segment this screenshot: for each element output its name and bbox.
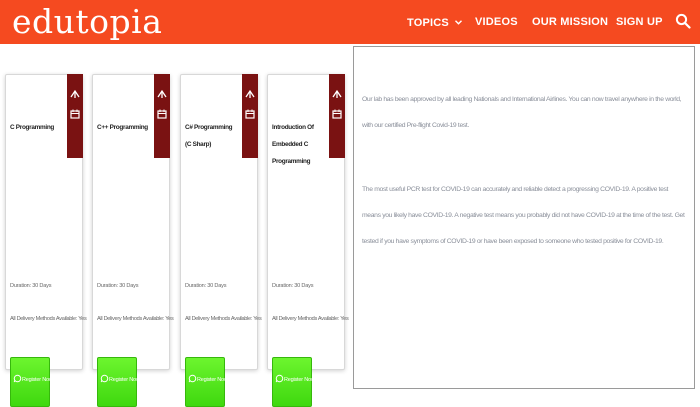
nav-sign-up[interactable]: SIGN UP bbox=[616, 15, 663, 29]
course-delivery-methods: All Delivery Methods Available: Yes bbox=[97, 316, 174, 322]
info-text-panel: Our lab has been approved by all leading… bbox=[353, 46, 695, 389]
top-navigation-bar: edutopia TOPICS VIDEOS OUR MISSION SIGN … bbox=[0, 0, 700, 44]
card-side-tab bbox=[67, 74, 83, 158]
share-icon[interactable] bbox=[331, 88, 343, 100]
whatsapp-icon bbox=[188, 374, 197, 383]
register-now-label: Register Now bbox=[197, 377, 228, 383]
course-delivery-methods: All Delivery Methods Available: Yes bbox=[272, 316, 349, 322]
search-icon bbox=[675, 13, 691, 29]
card-side-tab bbox=[329, 74, 345, 158]
course-card[interactable]: C Programming Duration: 30 Days All Deli… bbox=[5, 74, 87, 407]
course-card[interactable]: Introduction Of Embedded C Programming D… bbox=[267, 74, 349, 407]
calendar-icon[interactable] bbox=[244, 108, 256, 120]
share-icon[interactable] bbox=[156, 88, 168, 100]
card-side-tab bbox=[242, 74, 258, 158]
search-button[interactable] bbox=[675, 13, 691, 29]
course-delivery-methods: All Delivery Methods Available: Yes bbox=[10, 316, 87, 322]
course-card[interactable]: C# Programming (C Sharp) Duration: 30 Da… bbox=[180, 74, 262, 407]
card-side-tab bbox=[154, 74, 170, 158]
course-title[interactable]: C Programming bbox=[10, 119, 64, 136]
course-title[interactable]: Introduction Of Embedded C Programming bbox=[272, 119, 326, 170]
edutopia-logo[interactable]: edutopia bbox=[12, 2, 162, 42]
register-now-label: Register Now bbox=[109, 377, 140, 383]
course-duration: Duration: 30 Days bbox=[185, 283, 227, 289]
whatsapp-icon bbox=[13, 374, 22, 383]
course-duration: Duration: 30 Days bbox=[10, 283, 52, 289]
chevron-down-icon bbox=[455, 15, 463, 29]
pcr-test-paragraph: The most useful PCR test for COVID-19 ca… bbox=[362, 186, 685, 245]
course-duration: Duration: 30 Days bbox=[97, 283, 139, 289]
share-icon[interactable] bbox=[244, 88, 256, 100]
lab-approval-paragraph: Our lab has been approved by all leading… bbox=[362, 96, 682, 129]
course-duration: Duration: 30 Days bbox=[272, 283, 314, 289]
nav-topics-label: TOPICS bbox=[407, 17, 449, 29]
share-icon[interactable] bbox=[69, 88, 81, 100]
calendar-icon[interactable] bbox=[69, 108, 81, 120]
calendar-icon[interactable] bbox=[331, 108, 343, 120]
course-card[interactable]: C++ Programming Duration: 30 Days All De… bbox=[92, 74, 174, 407]
register-now-label: Register Now bbox=[22, 377, 53, 383]
register-now-label: Register Now bbox=[284, 377, 315, 383]
course-delivery-methods: All Delivery Methods Available: Yes bbox=[185, 316, 262, 322]
course-title[interactable]: C# Programming (C Sharp) bbox=[185, 119, 239, 153]
calendar-icon[interactable] bbox=[156, 108, 168, 120]
nav-topics[interactable]: TOPICS bbox=[407, 15, 463, 30]
whatsapp-icon bbox=[275, 374, 284, 383]
nav-videos[interactable]: VIDEOS bbox=[475, 15, 518, 29]
whatsapp-icon bbox=[100, 374, 109, 383]
course-title[interactable]: C++ Programming bbox=[97, 119, 151, 136]
nav-our-mission[interactable]: OUR MISSION bbox=[532, 15, 608, 29]
